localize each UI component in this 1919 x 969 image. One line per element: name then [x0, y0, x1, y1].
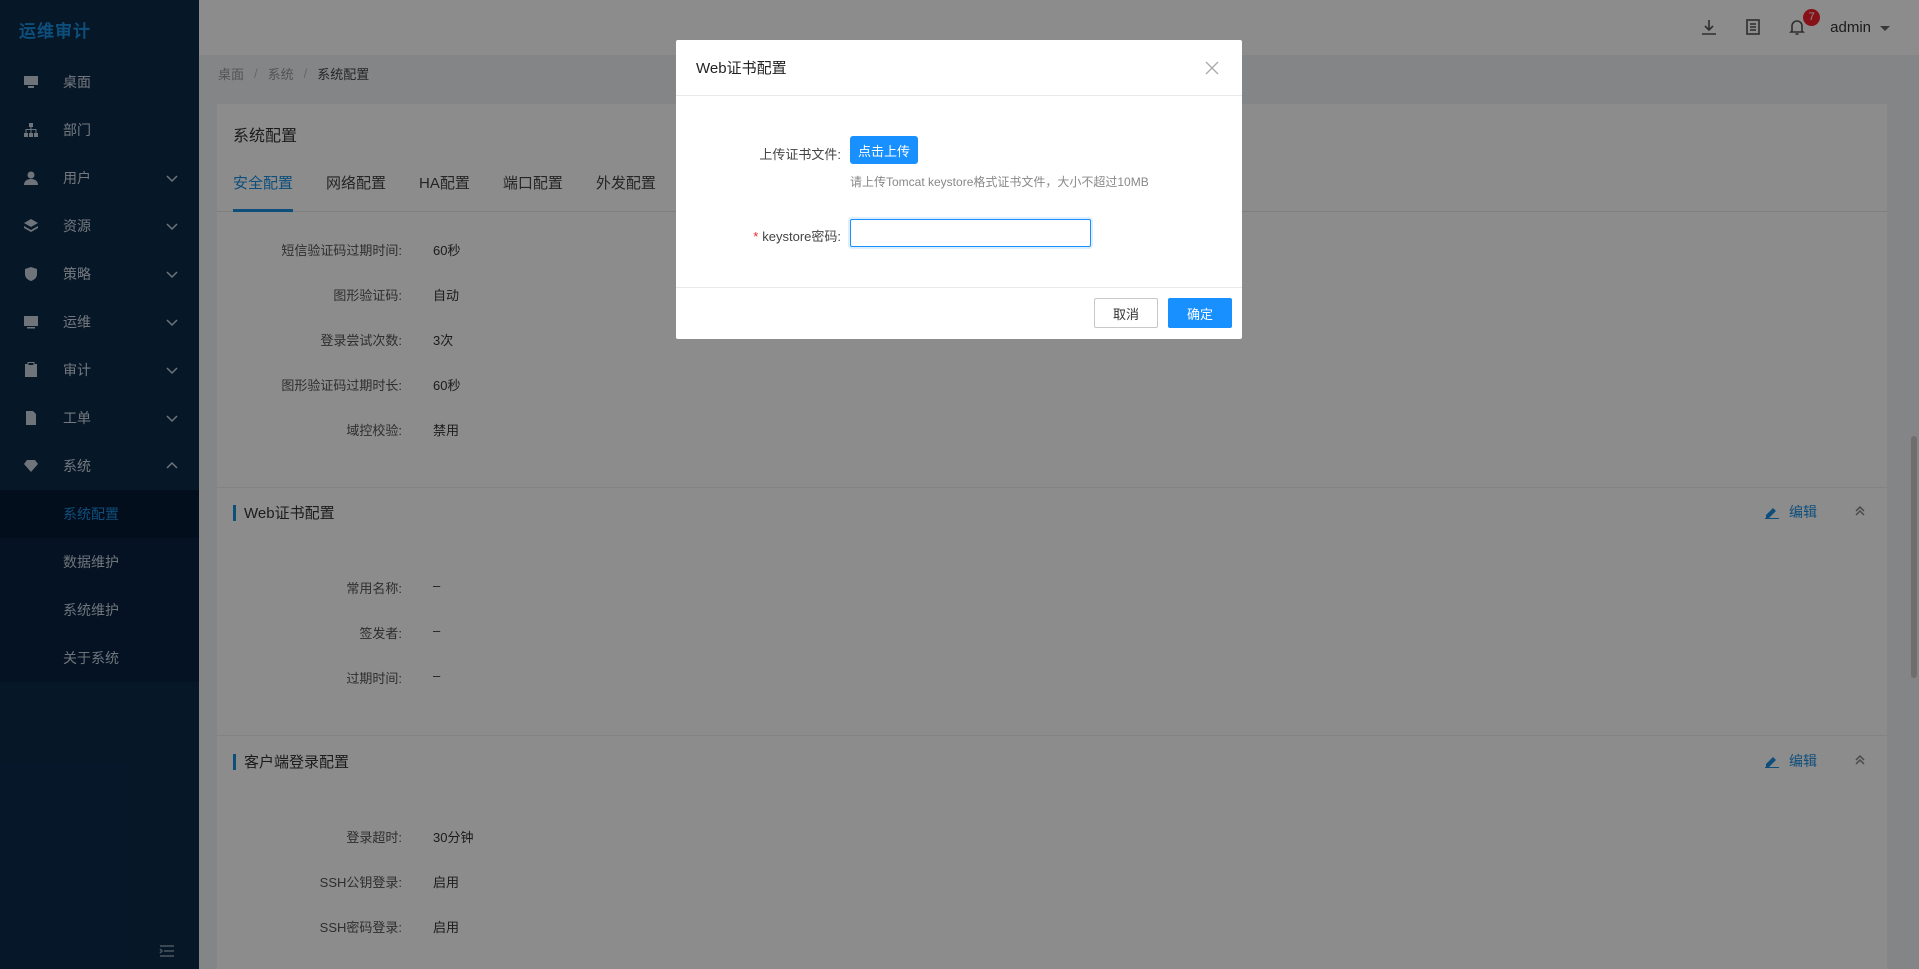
web-cert-dialog: Web证书配置 上传证书文件: 点击上传 请上传Tomcat keystore格… [676, 40, 1242, 339]
dialog-title: Web证书配置 [696, 60, 787, 77]
dialog-footer: 取消 确定 [676, 287, 1242, 339]
password-label: * keystore密码: [696, 226, 841, 245]
upload-label: 上传证书文件: [759, 147, 841, 162]
upload-hint: 请上传Tomcat keystore格式证书文件，大小不超过10MB [850, 175, 1149, 189]
upload-button[interactable]: 点击上传 [850, 136, 918, 164]
cancel-button[interactable]: 取消 [1094, 298, 1158, 328]
close-icon[interactable] [1204, 60, 1220, 76]
keystore-password-input[interactable] [850, 219, 1091, 247]
dialog-header: Web证书配置 [676, 40, 1242, 96]
confirm-button[interactable]: 确定 [1168, 298, 1232, 328]
required-asterisk: * [753, 229, 759, 244]
password-label-text: keystore密码: [762, 229, 841, 244]
